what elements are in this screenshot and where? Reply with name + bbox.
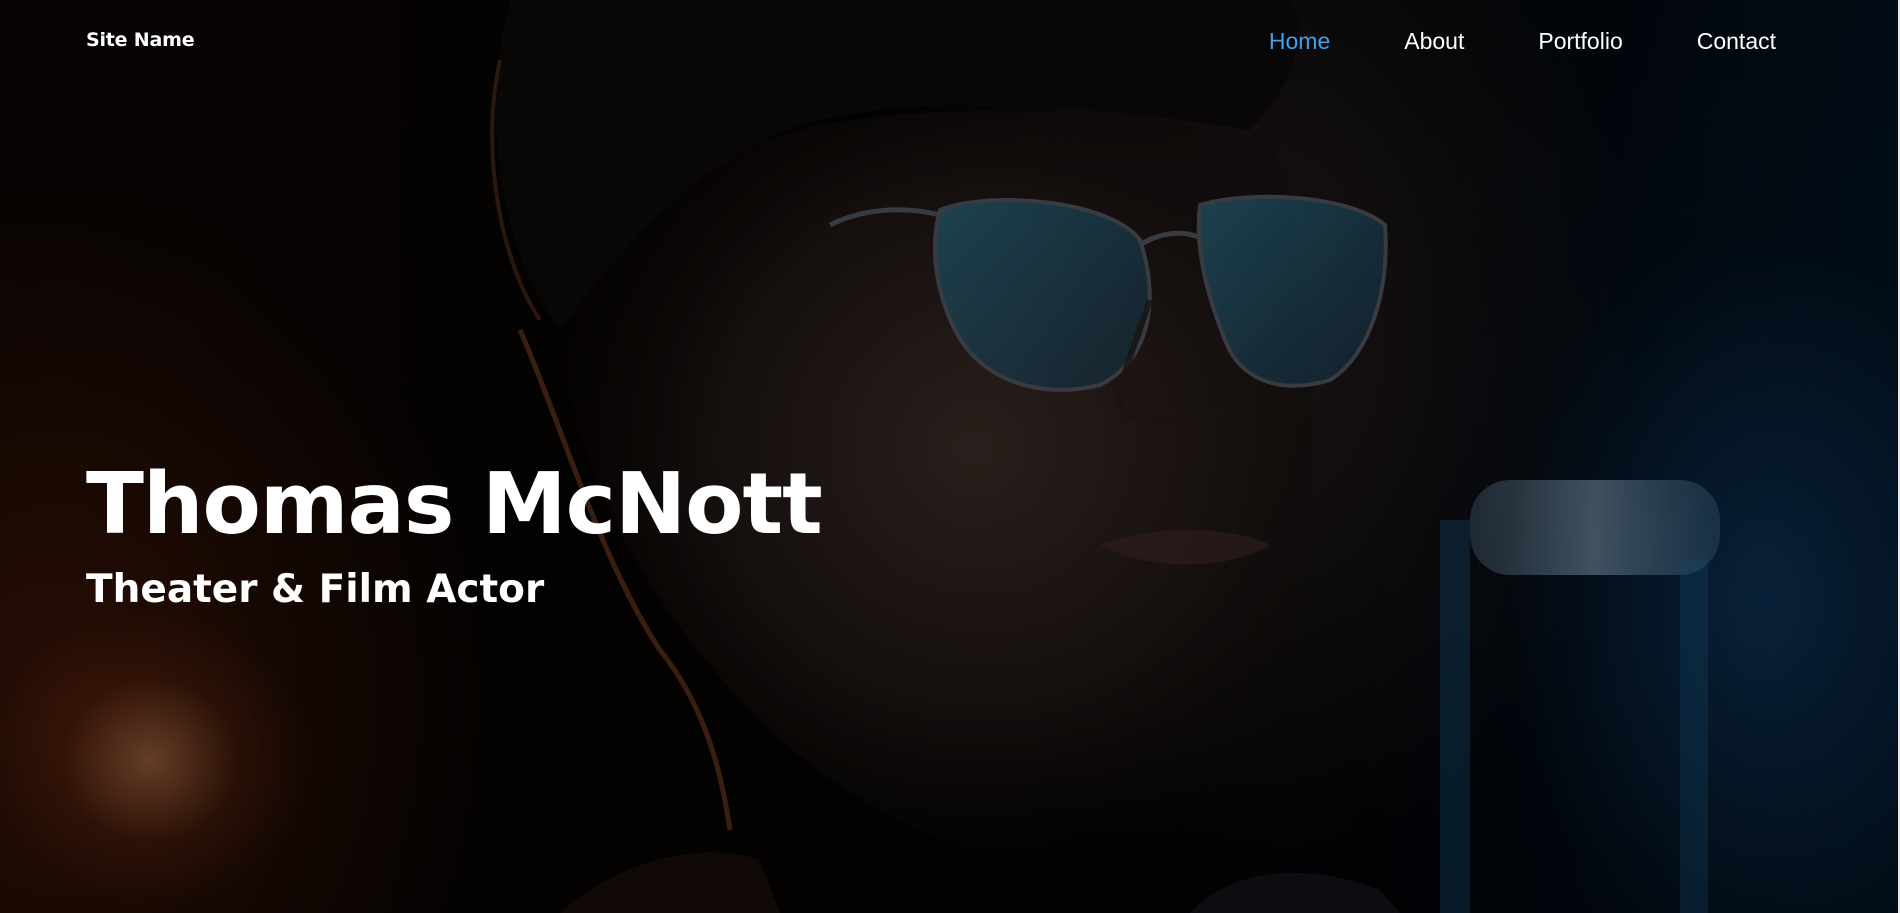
site-name-link[interactable]: Site Name	[86, 29, 195, 51]
hero-section: Site Name Home About Portfolio Contact T…	[0, 0, 1900, 913]
main-nav: Home About Portfolio Contact	[1195, 26, 1776, 56]
top-navigation-bar: Site Name Home About Portfolio Contact	[0, 0, 1900, 82]
nav-link-about[interactable]: About	[1404, 26, 1464, 56]
hero-subtitle: Theater & Film Actor	[86, 567, 545, 612]
hero-title: Thomas McNott	[86, 455, 823, 554]
nav-link-home[interactable]: Home	[1269, 26, 1330, 56]
hero-text-block: Thomas McNott Theater & Film Actor	[86, 455, 823, 615]
nav-link-portfolio[interactable]: Portfolio	[1538, 26, 1622, 56]
nav-link-contact[interactable]: Contact	[1697, 26, 1776, 56]
